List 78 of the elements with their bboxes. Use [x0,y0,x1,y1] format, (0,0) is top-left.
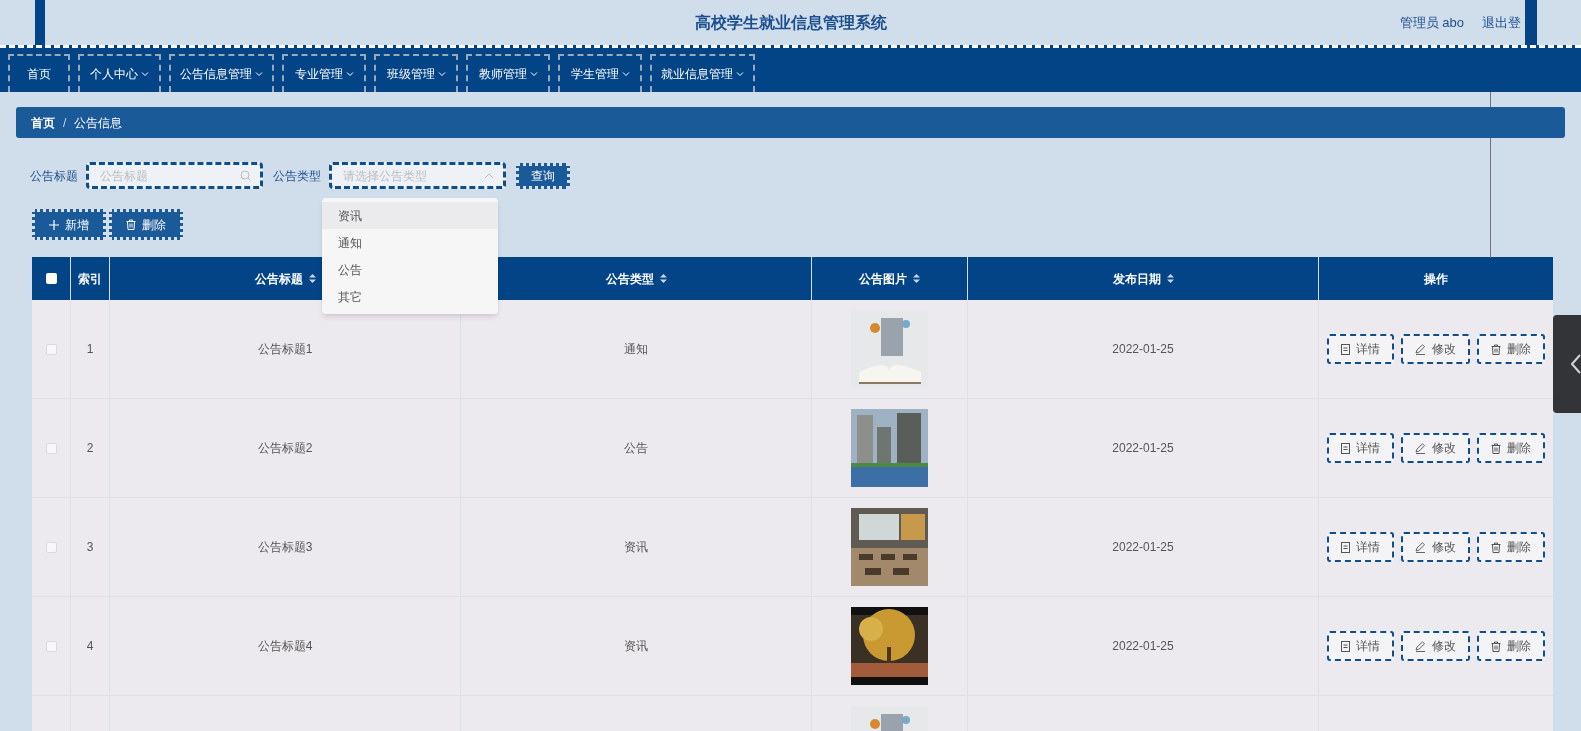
delete-button[interactable]: 删除 [1476,334,1545,364]
table-cell-text: 2 [86,440,94,457]
nav-item[interactable]: 首页 [8,54,70,92]
nav-item[interactable]: 公告信息管理 [169,54,274,92]
checkbox[interactable] [45,541,57,553]
logout-link[interactable]: 退出登 [1482,13,1521,33]
side-panel-tab[interactable] [1553,315,1581,413]
dropdown-option[interactable]: 资讯 [322,202,498,229]
edit-button[interactable]: 修改 [1400,334,1470,364]
delete-button[interactable]: 删除 [1476,631,1545,661]
decorative-bar [1525,0,1537,45]
trash-icon [1490,541,1501,553]
nav-item[interactable]: 个人中心 [78,54,161,92]
sort-icon[interactable] [913,274,920,283]
add-button[interactable]: 新增 [32,209,106,240]
table-cell-text: 3 [86,539,94,556]
checkbox[interactable] [45,640,57,652]
pencil-icon [1414,640,1426,652]
nav-item[interactable]: 班级管理 [374,54,458,92]
nav-item[interactable]: 专业管理 [282,54,366,92]
delete-button[interactable]: 删除 [109,209,183,240]
plus-icon [49,219,59,230]
column-header: 操作 [1422,270,1449,288]
delete-button[interactable]: 删除 [1476,433,1545,463]
nav-item[interactable]: 就业信息管理 [650,54,755,92]
edit-button[interactable]: 修改 [1400,433,1470,463]
breadcrumb-separator: / [63,114,67,132]
sort-icon[interactable] [308,274,316,283]
checkbox[interactable] [45,442,57,454]
sort-icon[interactable] [1166,274,1174,283]
table-cell-text: 1 [86,341,94,358]
edit-button[interactable]: 修改 [1400,532,1470,562]
query-button[interactable]: 查询 [516,162,570,189]
table-cell-text: 资讯 [624,638,648,655]
details-button[interactable]: 详情 [1326,631,1394,661]
pencil-icon [1414,541,1426,553]
table-cell-text: 2022-01-25 [1112,440,1174,457]
details-button[interactable]: 详情 [1326,532,1394,562]
document-icon [1340,541,1350,553]
search-icon [240,170,251,181]
chevron-left-icon [1571,354,1581,374]
document-icon [1340,442,1350,454]
table-cell-text: 公告 [624,440,648,457]
field-label: 公告标题 [30,167,78,185]
edit-button[interactable]: 修改 [1400,631,1470,661]
document-icon [1340,343,1350,355]
trash-icon [1490,343,1501,355]
nav-item[interactable]: 学生管理 [558,54,642,92]
details-button[interactable]: 详情 [1326,334,1394,364]
dropdown-option[interactable]: 通知 [322,229,498,256]
table-cell-text: 通知 [624,341,648,358]
table-cell-text: 2022-01-25 [1112,341,1174,358]
table-cell-text: 4 [86,638,94,655]
delete-button[interactable]: 删除 [1476,532,1545,562]
table-cell-text: 2022-01-25 [1112,539,1174,556]
table-cell-text: 公告标题3 [257,539,313,556]
app-title: 高校学生就业信息管理系统 [694,12,887,33]
breadcrumb-current: 公告信息 [74,114,123,132]
trash-icon [1490,442,1501,454]
decorative-bar [35,0,45,45]
user-name: 管理员 abo [1399,14,1464,32]
document-icon [1340,640,1350,652]
table-cell-text: 公告标题1 [257,341,313,358]
checkbox[interactable] [45,343,57,355]
details-button[interactable]: 详情 [1326,433,1394,463]
field-label: 公告类型 [273,167,321,185]
trash-icon [1490,640,1501,652]
breadcrumb-link[interactable]: 首页 [31,113,55,132]
table-cell-text: 公告标题2 [257,440,313,457]
pencil-icon [1414,442,1426,454]
table-cell-text: 2022-01-25 [1112,638,1174,655]
checkbox[interactable] [45,273,57,284]
table-cell-text: 资讯 [624,539,648,556]
nav-item[interactable]: 教师管理 [466,54,550,92]
pencil-icon [1414,343,1426,355]
table-cell-text: 公告标题4 [257,638,313,655]
trash-icon [126,219,136,230]
sort-icon[interactable] [659,274,667,283]
